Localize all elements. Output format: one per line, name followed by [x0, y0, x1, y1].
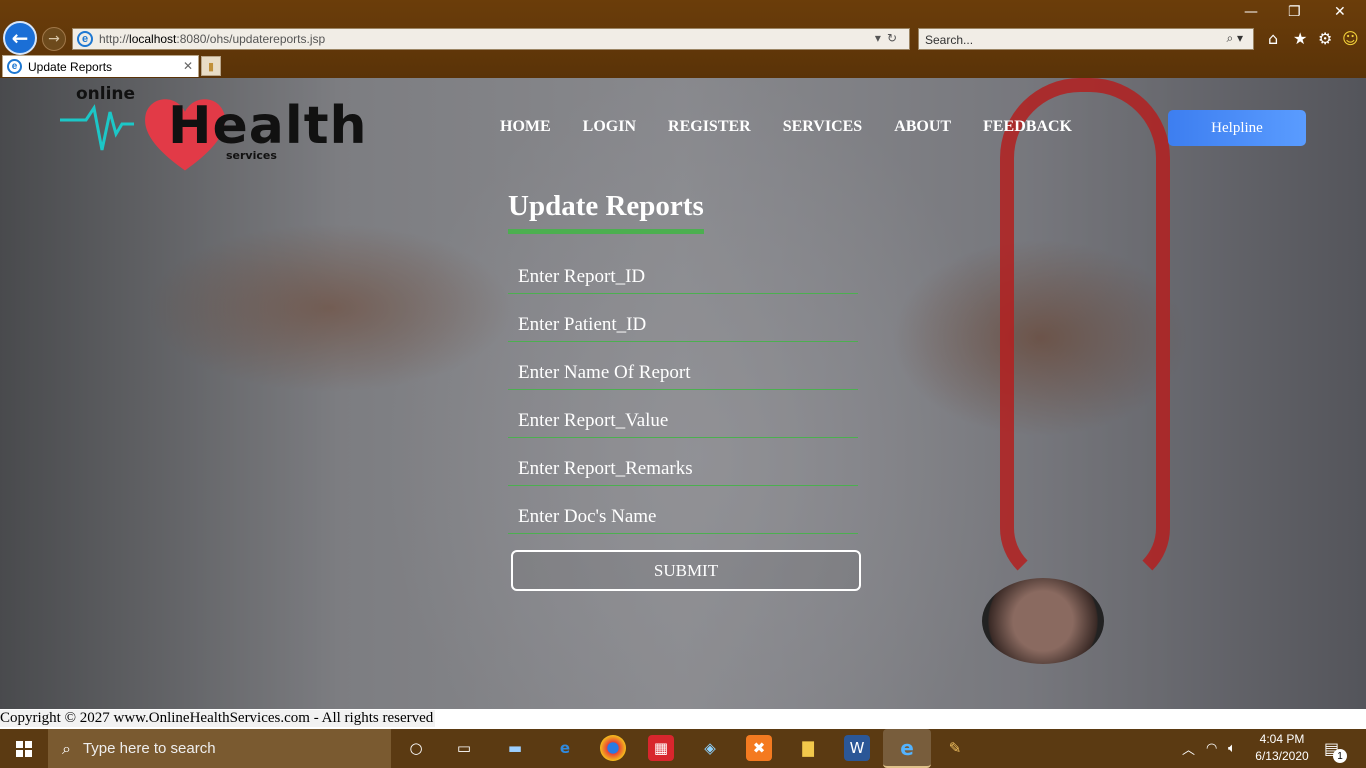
arrow-right-icon: → — [48, 31, 60, 47]
report-value-input[interactable]: Enter Report_Value — [508, 390, 858, 438]
logo-health-text: Health — [168, 96, 368, 156]
browser-search-input[interactable]: Search... ⌕ ▾ — [918, 28, 1254, 50]
nav-feedback[interactable]: FEEDBACK — [983, 118, 1072, 138]
pc-icon[interactable]: ▬ — [502, 735, 528, 761]
submit-button[interactable]: SUBMIT — [511, 550, 861, 591]
magnifier-icon: ⌕ — [62, 738, 71, 758]
arrow-left-icon: ← — [11, 26, 29, 50]
report-remarks-input[interactable]: Enter Report_Remarks — [508, 438, 858, 486]
dropdown-icon[interactable]: ▾ — [875, 31, 887, 45]
refresh-icon[interactable]: ↻ — [887, 31, 903, 45]
internet-explorer-icon[interactable]: e — [883, 729, 931, 768]
doc-name-input[interactable]: Enter Doc's Name — [508, 486, 858, 534]
taskbar-search-placeholder: Type here to search — [82, 740, 216, 757]
clock-date: 6/13/2020 — [1255, 749, 1309, 763]
browser-chrome: — ❐ ✕ ← → e http://localhost:8080/ohs/up… — [0, 0, 1366, 78]
nav-services[interactable]: SERVICES — [783, 118, 862, 138]
page-footer: Copyright © 2027 www.OnlineHealthService… — [0, 709, 1366, 729]
page-content: online Health services HOME LOGIN REGIST… — [0, 78, 1366, 709]
tab-update-reports[interactable]: e Update Reports ✕ — [2, 55, 199, 77]
patient-id-input[interactable]: Enter Patient_ID — [508, 294, 858, 342]
cortana-icon[interactable]: ○ — [403, 735, 429, 761]
logo-online-text: online — [76, 84, 136, 104]
task-view-icon[interactable]: ▭ — [451, 735, 477, 761]
taskbar-search-box[interactable]: ⌕ Type here to search — [48, 729, 391, 768]
stethoscope-chestpiece — [982, 578, 1104, 664]
windows-logo-icon — [16, 740, 32, 757]
nav-home[interactable]: HOME — [500, 118, 551, 138]
home-icon[interactable]: ⌂ — [1268, 29, 1278, 48]
calendar-app-icon[interactable]: ▦ — [648, 735, 674, 761]
main-nav: HOME LOGIN REGISTER SERVICES ABOUT FEEDB… — [500, 118, 1104, 138]
show-hidden-icons-icon[interactable]: ︿ — [1182, 729, 1195, 768]
logo-services-text: services — [226, 149, 277, 162]
nav-register[interactable]: REGISTER — [668, 118, 751, 138]
stethoscope-decoration — [1000, 78, 1170, 588]
form-title: Update Reports — [508, 190, 704, 234]
minimize-icon[interactable]: — — [1244, 4, 1258, 20]
paint-icon[interactable]: ✎ — [942, 735, 968, 761]
url-rest: :8080/ohs/updatereports.jsp — [176, 32, 326, 46]
word-icon[interactable]: W — [844, 735, 870, 761]
edge-icon[interactable]: e — [552, 735, 578, 761]
site-logo[interactable]: online Health services — [58, 84, 408, 171]
update-reports-form: Update Reports Enter Report_ID Enter Pat… — [508, 190, 861, 591]
copyright-text: Copyright © 2027 www.OnlineHealthService… — [0, 710, 436, 727]
virtualbox-icon[interactable]: ◈ — [697, 735, 723, 761]
windows-taskbar: ⌕ Type here to search ○ ▭ ▬ e ▦ ◈ ✖ ▇ W … — [0, 729, 1366, 768]
ie-page-icon: e — [77, 31, 93, 47]
browser-search-placeholder: Search... — [925, 33, 974, 47]
chrome-icon[interactable] — [600, 735, 626, 761]
url-host: localhost — [129, 32, 177, 46]
close-window-icon[interactable]: ✕ — [1334, 4, 1346, 20]
new-tab-button[interactable]: ▮ — [201, 56, 221, 76]
new-tab-icon: ▮ — [207, 59, 215, 73]
system-clock[interactable]: 4:04 PM 6/13/2020 — [1252, 731, 1312, 765]
url-prefix: http:// — [99, 32, 130, 46]
restore-icon[interactable]: ❐ — [1288, 4, 1301, 20]
settings-gear-icon[interactable]: ⚙ — [1318, 29, 1332, 48]
report-name-input[interactable]: Enter Name Of Report — [508, 342, 858, 390]
search-icon[interactable]: ⌕ ▾ — [1226, 31, 1243, 46]
xampp-icon[interactable]: ✖ — [746, 735, 772, 761]
clock-time: 4:04 PM — [1259, 732, 1305, 746]
tab-title: Update Reports — [28, 59, 113, 74]
wifi-icon[interactable]: ◠ — [1206, 729, 1217, 768]
ie-tab-icon: e — [7, 59, 22, 74]
nav-login[interactable]: LOGIN — [583, 118, 636, 138]
back-button[interactable]: ← — [3, 21, 37, 55]
file-explorer-icon[interactable]: ▇ — [795, 735, 821, 761]
nav-about[interactable]: ABOUT — [894, 118, 951, 138]
notification-badge: 1 — [1333, 749, 1347, 763]
forward-button[interactable]: → — [42, 27, 66, 51]
smiley-feedback-icon[interactable]: ☺ — [1342, 29, 1359, 48]
heartbeat-line-icon — [60, 104, 134, 151]
volume-icon[interactable]: 🔈︎ — [1228, 729, 1236, 768]
report-id-input[interactable]: Enter Report_ID — [508, 246, 858, 294]
start-button[interactable] — [0, 729, 48, 768]
helpline-button[interactable]: Helpline — [1168, 110, 1306, 146]
address-bar[interactable]: e http://localhost:8080/ohs/updatereport… — [72, 28, 910, 50]
close-tab-icon[interactable]: ✕ — [183, 59, 193, 73]
favorites-star-icon[interactable]: ★ — [1293, 29, 1307, 48]
